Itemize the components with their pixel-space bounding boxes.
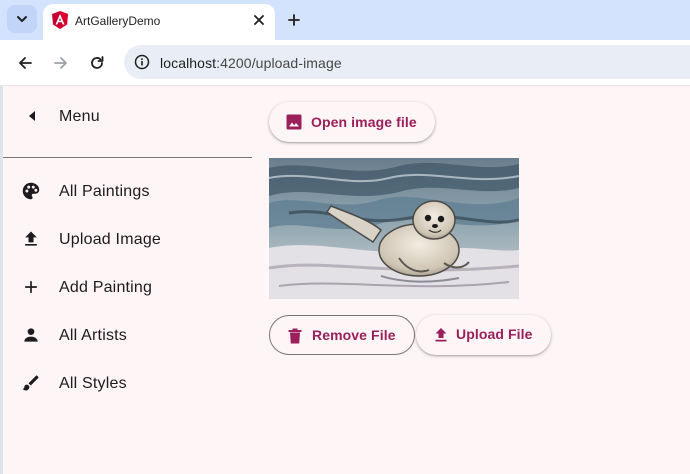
image-icon [286, 114, 302, 130]
seal-image [269, 158, 519, 299]
arrow-left-icon [19, 57, 32, 69]
sidebar-item-add-painting[interactable]: Add Painting [3, 263, 252, 311]
menu-label: Menu [59, 108, 100, 125]
upload-icon [19, 227, 43, 251]
upload-icon [435, 328, 447, 342]
url-text: localhost:4200/upload-image [160, 55, 342, 71]
angular-logo-icon [52, 11, 68, 29]
brush-icon [19, 371, 43, 395]
sidebar-item-all-styles[interactable]: All Styles [3, 359, 252, 407]
new-tab-button[interactable] [282, 8, 306, 32]
sidebar-item-label: All Artists [59, 327, 127, 344]
plus-icon [19, 275, 43, 299]
forward-button[interactable] [48, 50, 74, 76]
caret-left-icon [29, 111, 35, 121]
sidebar-item-upload-image[interactable]: Upload Image [3, 215, 252, 263]
menu-header[interactable]: Menu [3, 86, 252, 150]
upload-image-page: Open image file Remove File Upload File [252, 86, 690, 474]
sidebar-item-all-paintings[interactable]: All Paintings [3, 167, 252, 215]
chevron-down-icon [17, 16, 27, 22]
sidebar-item-label: Add Painting [59, 279, 153, 296]
menu-collapse-button[interactable] [23, 107, 41, 125]
url-path: :4200/upload-image [216, 55, 342, 71]
browser-tab-active[interactable]: ArtGalleryDemo [43, 4, 275, 40]
site-info-icon[interactable] [134, 54, 150, 70]
open-image-file-button[interactable]: Open image file [269, 102, 435, 142]
url-host: localhost [160, 55, 217, 71]
remove-file-label: Remove File [312, 327, 396, 343]
close-icon [254, 15, 264, 25]
address-bar[interactable]: localhost:4200/upload-image [124, 45, 690, 79]
image-preview [269, 158, 519, 299]
upload-file-button[interactable]: Upload File [416, 315, 551, 355]
reload-icon [91, 56, 104, 69]
tab-search-button[interactable] [7, 5, 37, 33]
sidebar-item-label: Upload Image [59, 231, 162, 248]
reload-button[interactable] [84, 50, 110, 76]
plus-icon [288, 14, 300, 26]
back-button[interactable] [12, 50, 38, 76]
tab-close-button[interactable] [249, 10, 269, 30]
sidebar-item-all-artists[interactable]: All Artists [3, 311, 252, 359]
tab-title: ArtGalleryDemo [75, 14, 161, 28]
trash-icon [288, 328, 302, 344]
open-image-file-label: Open image file [311, 114, 417, 130]
sidebar-item-label: All Paintings [59, 183, 150, 200]
upload-file-label: Upload File [456, 326, 533, 342]
browser-tab-bar: ArtGalleryDemo [0, 0, 690, 40]
palette-icon [19, 179, 43, 203]
sidenav: Menu All Paintings Upload Image Add Pain… [3, 86, 252, 474]
divider [3, 157, 252, 158]
remove-file-button[interactable]: Remove File [269, 315, 415, 355]
arrow-right-icon [54, 57, 67, 69]
sidebar-item-label: All Styles [59, 375, 127, 392]
person-icon [19, 323, 43, 347]
browser-toolbar: localhost:4200/upload-image [0, 40, 690, 86]
